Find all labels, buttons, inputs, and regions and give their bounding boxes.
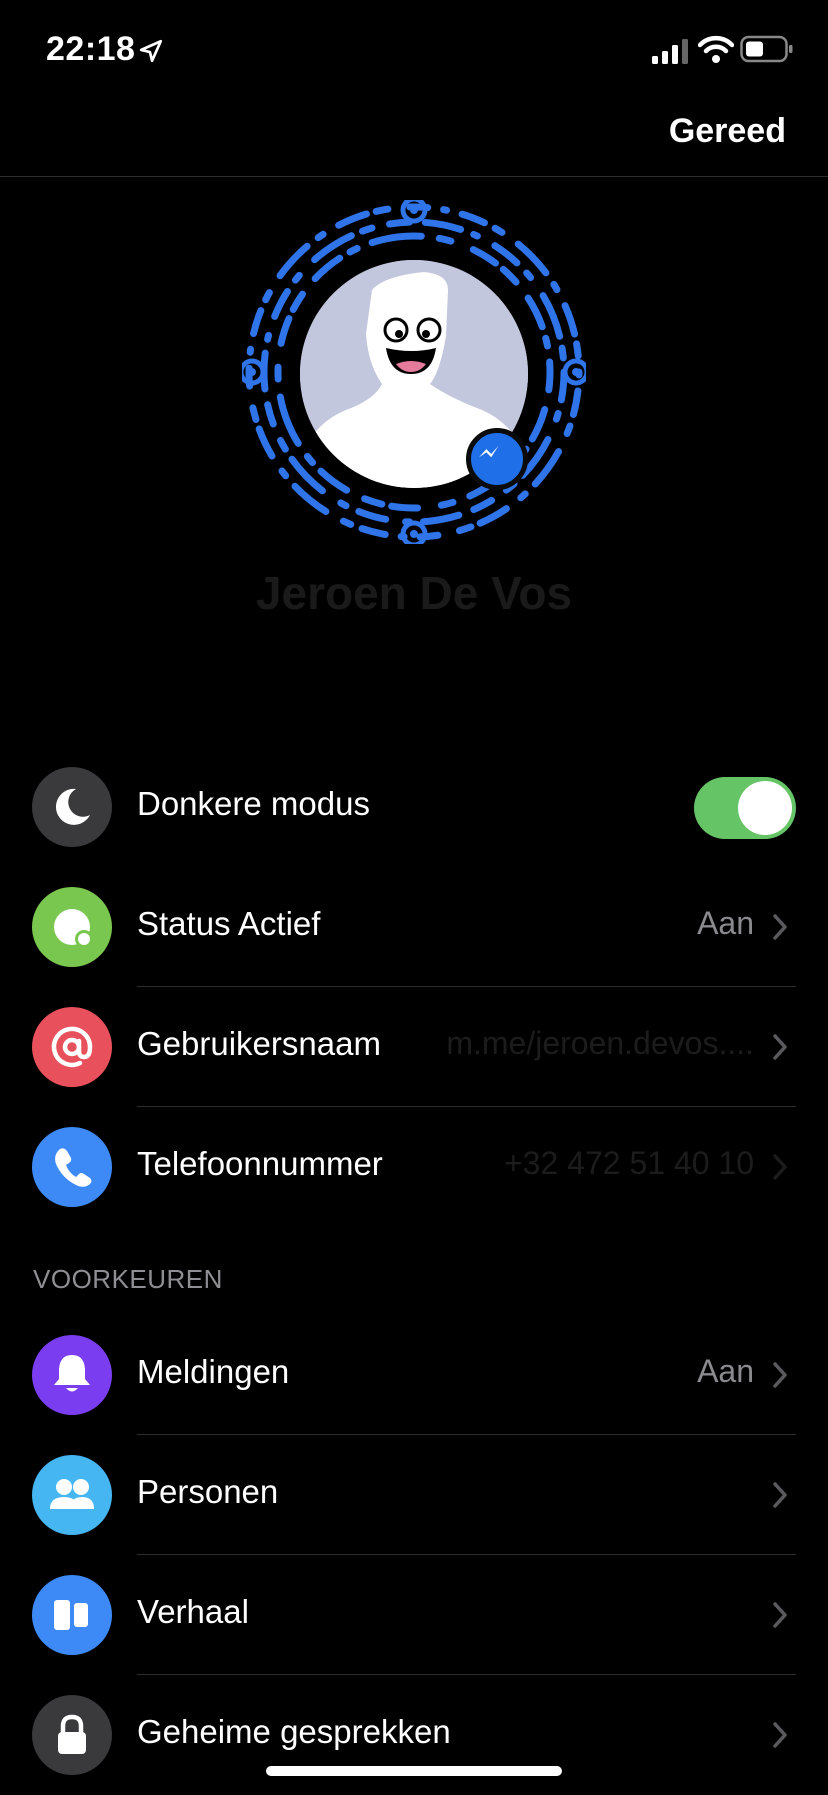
secret-conversations-label: Geheime gesprekken — [137, 1713, 451, 1750]
phone-label: Telefoonnummer — [137, 1145, 383, 1182]
phone-row[interactable]: Telefoonnummer +32 472 51 40 10 — [0, 1107, 828, 1227]
location-arrow-icon — [139, 39, 163, 63]
chevron-right-icon — [773, 1362, 787, 1388]
username-label: Gebruikersnaam — [137, 1025, 381, 1062]
secret-conversations-row[interactable]: Geheime gesprekken — [0, 1675, 828, 1795]
story-row[interactable]: Verhaal — [0, 1555, 828, 1675]
nav-bar: Gereed — [0, 100, 828, 177]
home-indicator[interactable] — [266, 1766, 562, 1776]
chevron-right-icon — [773, 1154, 787, 1180]
bell-icon — [32, 1335, 112, 1415]
chevron-right-icon — [773, 1602, 787, 1628]
at-icon — [32, 1007, 112, 1087]
lock-icon — [32, 1695, 112, 1775]
people-icon — [32, 1455, 112, 1535]
profile-name: Jeroen De Vos — [255, 567, 573, 619]
wifi-icon — [698, 35, 734, 63]
story-icon — [32, 1575, 112, 1655]
moon-icon — [32, 767, 112, 847]
username-value: m.me/jeroen.devos.... — [446, 1025, 754, 1061]
dark-mode-row[interactable]: Donkere modus — [0, 747, 828, 867]
chevron-right-icon — [773, 1722, 787, 1748]
notifications-label: Meldingen — [137, 1353, 290, 1390]
username-row[interactable]: Gebruikersnaam m.me/jeroen.devos.... — [0, 987, 828, 1107]
active-status-label: Status Actief — [137, 905, 321, 942]
battery-icon — [740, 35, 793, 63]
phone-value: +32 472 51 40 10 — [503, 1145, 754, 1181]
status-bar: 22:18 — [0, 0, 828, 100]
status-time: 22:18 — [46, 30, 136, 68]
dark-mode-label: Donkere modus — [137, 785, 370, 822]
story-label: Verhaal — [137, 1593, 249, 1630]
people-row[interactable]: Personen — [0, 1435, 828, 1555]
chevron-right-icon — [773, 1034, 787, 1060]
chevron-right-icon — [773, 914, 787, 940]
messenger-badge-icon — [466, 428, 528, 490]
done-button[interactable]: Gereed — [669, 112, 786, 151]
chevron-right-icon — [773, 1482, 787, 1508]
active-status-row[interactable]: Status Actief Aan — [0, 867, 828, 987]
section-header-preferences: VOORKEUREN — [33, 1264, 223, 1294]
notifications-row[interactable]: Meldingen Aan — [0, 1315, 828, 1435]
signal-icon — [652, 39, 688, 64]
dark-mode-toggle[interactable] — [694, 777, 796, 839]
phone-icon — [32, 1127, 112, 1207]
toggle-knob — [738, 781, 792, 835]
people-label: Personen — [137, 1473, 279, 1510]
active-status-value: Aan — [697, 905, 754, 941]
notifications-value: Aan — [697, 1353, 754, 1389]
active-status-icon — [32, 887, 112, 967]
